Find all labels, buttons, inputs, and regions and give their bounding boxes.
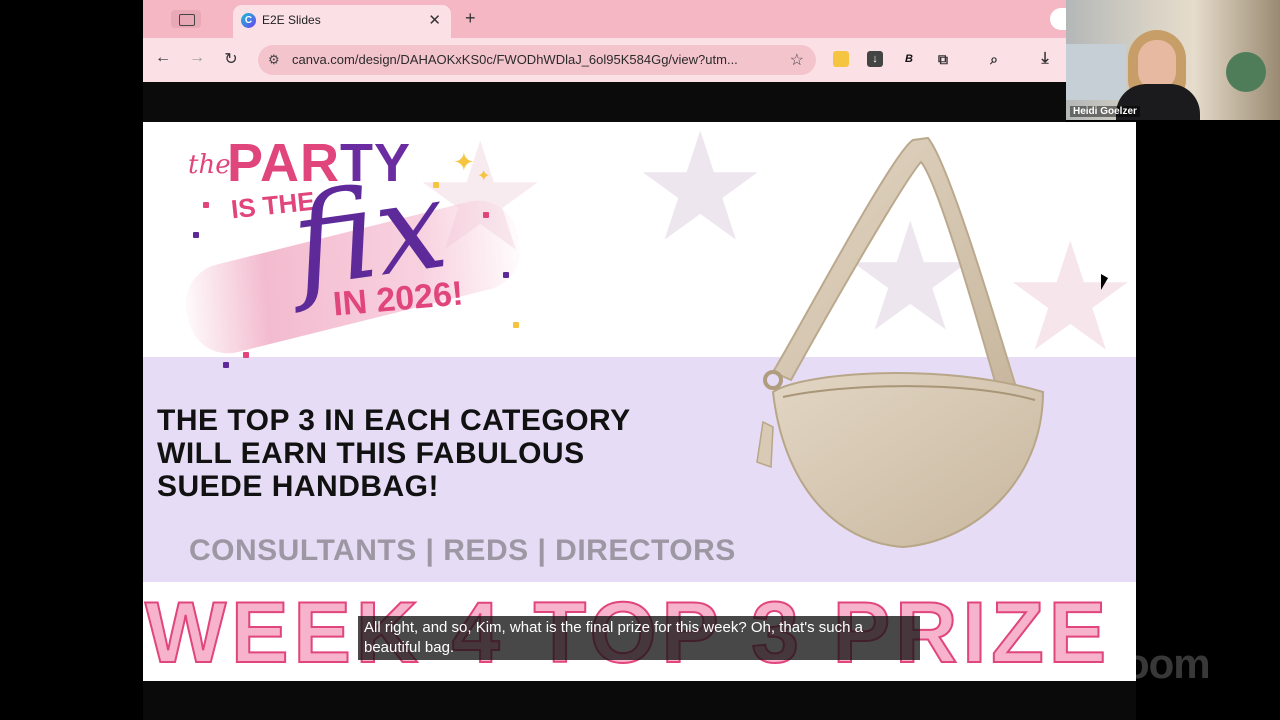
downloads-icon[interactable]: ⤓	[1037, 51, 1053, 67]
canva-viewer-topbar	[143, 82, 1066, 122]
zoom-screen-share: C E2E Slides ✕ + ← → ↻ ⚙ canva.com/desig…	[0, 0, 1280, 720]
site-info-icon[interactable]: ⚙	[268, 52, 280, 68]
video-decor	[1226, 52, 1266, 92]
headline-line: WILL EARN THIS FABULOUS	[157, 437, 585, 470]
sparkle-icon: ✦	[477, 168, 491, 185]
confetti	[193, 232, 199, 238]
participant-video[interactable]: Heidi Goelzer	[1066, 0, 1280, 120]
tab-groups-icon[interactable]	[171, 10, 201, 28]
tab-e2e-slides[interactable]: C E2E Slides ✕	[233, 5, 451, 38]
extension-download-icon[interactable]: ↓	[867, 51, 883, 67]
confetti	[503, 272, 509, 278]
url-text: canva.com/design/DAHAOKxKS0c/FWODhWDlaJ_…	[292, 52, 738, 67]
forward-button[interactable]: →	[187, 49, 207, 67]
confetti	[203, 202, 209, 208]
reload-button[interactable]: ↻	[221, 49, 241, 69]
presentation-slide: ★ ★ ★ ★ ✦ ✦ the PARTY IS THE fix IN 2026…	[143, 122, 1136, 681]
logo-the: the	[188, 150, 231, 180]
categories-text: CONSULTANTS | REDS | DIRECTORS	[189, 534, 736, 567]
viewer-bottom-bar	[143, 681, 1136, 720]
confetti	[513, 322, 519, 328]
mouse-cursor-icon	[1101, 274, 1108, 290]
close-tab-icon[interactable]: ✕	[428, 11, 441, 29]
back-button[interactable]: ←	[153, 49, 173, 67]
sparkle-icon: ✦	[453, 147, 475, 177]
extension-yellow-icon[interactable]	[833, 51, 849, 67]
profile-icon[interactable]	[1050, 8, 1066, 30]
headline-line: SUEDE HANDBAG!	[157, 470, 440, 503]
browser-toolbar: ← → ↻ ⚙ canva.com/design/DAHAOKxKS0c/FWO…	[143, 38, 1066, 82]
new-tab-button[interactable]: +	[465, 8, 476, 29]
zoom-watermark-logo: zoom	[1104, 640, 1211, 687]
confetti	[223, 362, 229, 368]
bookmark-star-icon[interactable]: ☆	[790, 50, 804, 70]
headline-line: THE TOP 3 IN EACH CATEGORY	[157, 404, 631, 437]
prize-headline: THE TOP 3 IN EACH CATEGORY WILL EARN THI…	[157, 404, 631, 503]
confetti	[483, 212, 489, 218]
tab-title: E2E Slides	[262, 13, 321, 27]
participant-face	[1138, 40, 1176, 90]
suede-handbag-image	[756, 136, 1045, 549]
live-caption: All right, and so, Kim, what is the fina…	[358, 616, 920, 660]
address-bar[interactable]: ⚙ canva.com/design/DAHAOKxKS0c/FWODhWDla…	[258, 45, 816, 75]
tab-search-icon[interactable]: ⌕	[986, 51, 1002, 67]
tab-bar: C E2E Slides ✕ +	[143, 0, 1066, 38]
confetti	[243, 352, 249, 358]
extension-b-icon[interactable]: B	[901, 51, 917, 67]
video-whiteboard	[1066, 44, 1126, 100]
participant-name: Heidi Goelzer	[1070, 106, 1140, 117]
canva-favicon-icon: C	[241, 13, 256, 28]
browser-window: C E2E Slides ✕ + ← → ↻ ⚙ canva.com/desig…	[143, 0, 1066, 82]
extensions-puzzle-icon[interactable]: ⧉	[935, 51, 951, 67]
